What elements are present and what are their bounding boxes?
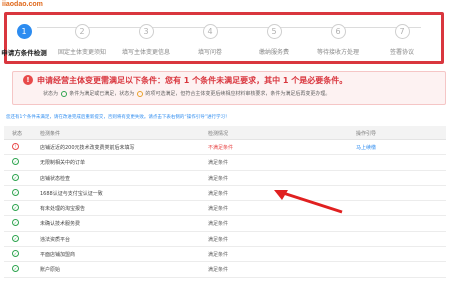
- condition-text: 平面店铺加盟商: [40, 252, 76, 259]
- table-row: ✓ 1688认证与支付宝认证一致 满足条件: [4, 186, 446, 202]
- legend-ok-text: 条件为满足或已满足，状态为: [69, 91, 135, 97]
- step-number: 6: [330, 24, 346, 39]
- check-circle-icon: ✓: [12, 188, 19, 196]
- optional-circle-icon: [136, 90, 143, 97]
- check-circle-icon: [60, 90, 67, 97]
- condition-table: 状态 检测条件 检测情况 操作引导 ! 店铺近近的200元技术改变费类前后未填写 不…: [4, 126, 446, 278]
- condition-text: 未确认技术服务费: [40, 221, 81, 228]
- table-row: ✓ 未确认技术服务费 满足条件: [4, 216, 446, 232]
- step-number: 3: [138, 24, 154, 39]
- table-row: ✓ 违法资质平台 满足条件: [4, 232, 446, 248]
- header-result: 检测情况: [208, 131, 229, 137]
- action-link[interactable]: 马上续缴: [356, 144, 376, 151]
- step-number: 5: [266, 24, 282, 39]
- step-6: 6 等待接收方处理: [307, 19, 369, 56]
- condition-text: 违法资质平台: [40, 236, 71, 243]
- annotation-arrow-icon: [274, 190, 343, 214]
- step-label: 固定主体变更须知: [57, 49, 106, 56]
- progress-stepper: 1 申请方条件检测 2 固定主体变更须知 3 填写主体变更信息 4 填写问卷 5 缴纳服务费 6 等待…: [1, 12, 444, 64]
- check-circle-icon: ✓: [12, 250, 19, 258]
- step-7: 7 签署协议: [371, 19, 433, 56]
- step-label: 填写主体变更信息: [121, 49, 170, 56]
- step-number: 1: [16, 24, 32, 39]
- check-circle-icon: ✓: [12, 219, 19, 227]
- condition-text: 账户原始: [40, 267, 61, 274]
- warning-icon: !: [23, 75, 33, 85]
- check-circle-icon: ✓: [12, 265, 19, 273]
- step-label: 签署协议: [389, 49, 414, 56]
- header-status: 状态: [12, 131, 23, 137]
- check-circle-icon: ✓: [12, 158, 19, 166]
- step-label: 填写问卷: [197, 49, 222, 56]
- error-circle-icon: !: [12, 143, 19, 150]
- step-label: 等待接收方处理: [316, 49, 359, 56]
- requirements-notice: ! 申请经营主体变更需满足以下条件：您有 1 个条件未满足要求，其中 1 个是必…: [12, 71, 446, 105]
- result-text: 不满足条件: [208, 145, 234, 151]
- table-row: ✓ 有未处理的淘宝报告 满足条件: [4, 201, 446, 217]
- step-number: 4: [202, 24, 218, 39]
- result-text: 满足条件: [208, 160, 229, 167]
- legend-warn-text: 的项可选满足，但符合主体变更后续相应材料审核要求，条件为满足后再变更办理。: [145, 91, 331, 97]
- table-row: ✓ 平面店铺加盟商 满足条件: [4, 247, 446, 263]
- header-action: 操作引导: [356, 131, 377, 137]
- step-number: 2: [74, 24, 90, 39]
- step-label: 申请方条件检测: [1, 49, 47, 57]
- table-row: ✓ 账户原始 满足条件: [4, 262, 446, 278]
- table-header: 状态 检测条件 检测情况 操作引导: [4, 126, 446, 140]
- step-5: 5 缴纳服务费: [243, 19, 305, 56]
- step-1: 1 申请方条件检测: [0, 19, 55, 57]
- condition-text: 无限制相关中的订单: [40, 160, 86, 167]
- condition-text: 1688认证与支付宝认证一致: [40, 190, 103, 197]
- table-row: ✓ 无限制相关中的订单 满足条件: [4, 155, 446, 171]
- check-circle-icon: ✓: [12, 173, 19, 181]
- info-message: 您还有1个条件未满足，请在改进完成后重新提交，否则将有变更失败。请点击下表右侧的…: [6, 115, 230, 120]
- result-text: 满足条件: [208, 206, 229, 213]
- step-2: 2 固定主体变更须知: [51, 19, 113, 56]
- legend-prefix: 状态为: [43, 91, 59, 97]
- notice-title: 申请经营主体变更需满足以下条件：您有 1 个条件未满足要求，其中 1 个是必要条…: [37, 76, 348, 85]
- condition-text: 有未处理的淘宝报告: [40, 206, 86, 213]
- result-text: 满足条件: [208, 190, 229, 197]
- result-text: 满足条件: [208, 267, 229, 274]
- result-text: 满足条件: [208, 236, 229, 243]
- result-text: 满足条件: [208, 175, 229, 182]
- condition-text: 店铺状态检查: [40, 175, 71, 182]
- check-circle-icon: ✓: [12, 204, 19, 212]
- check-circle-icon: ✓: [12, 234, 19, 242]
- step-4: 4 填写问卷: [179, 19, 241, 56]
- result-text: 满足条件: [208, 221, 229, 228]
- step-3: 3 填写主体变更信息: [115, 19, 177, 56]
- condition-text: 店铺近近的200元技术改变费类前后未填写: [40, 145, 135, 151]
- result-text: 满足条件: [208, 252, 229, 259]
- site-watermark: iiaodao.com: [2, 1, 43, 8]
- step-number: 7: [394, 24, 410, 39]
- header-condition: 检测条件: [40, 131, 61, 137]
- table-row: ! 店铺近近的200元技术改变费类前后未填写 不满足条件 马上续缴: [4, 140, 446, 156]
- notice-legend: 状态为 条件为满足或已满足，状态为 的项可选满足，但符合主体变更后续相应材料审核…: [43, 90, 330, 97]
- table-row: ✓ 店铺状态检查 满足条件: [4, 171, 446, 186]
- step-label: 缴纳服务费: [258, 49, 289, 56]
